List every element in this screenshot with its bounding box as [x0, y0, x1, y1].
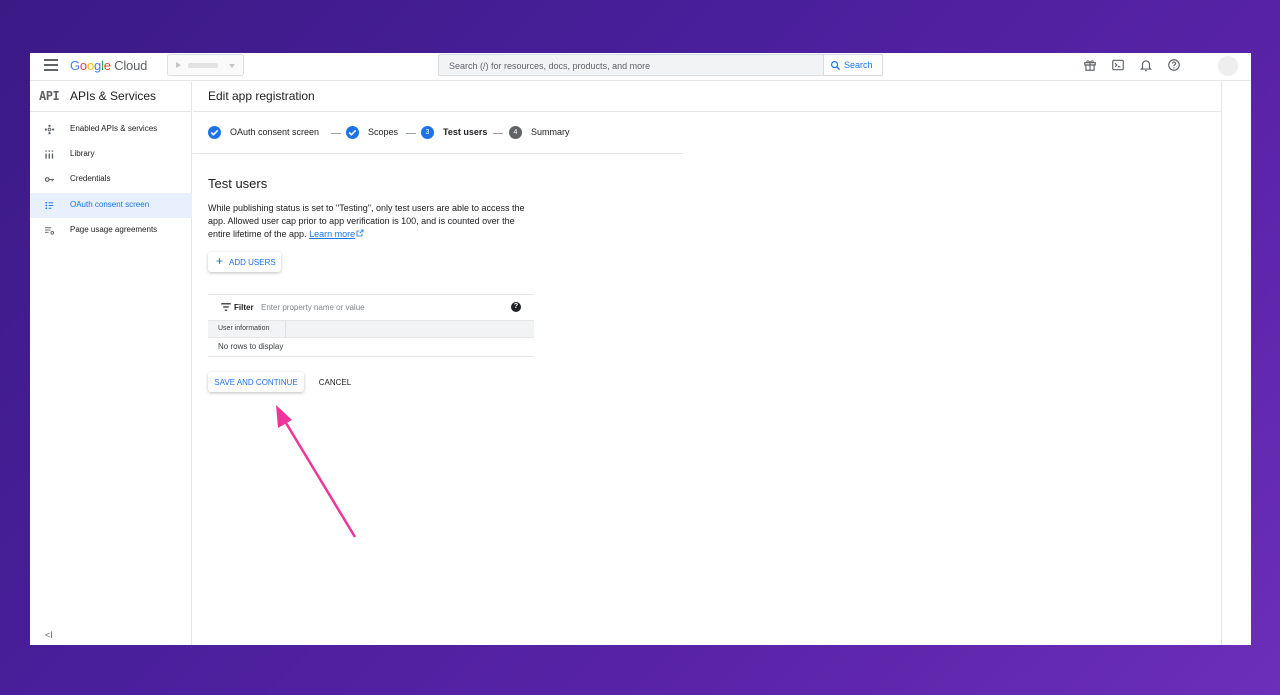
sidebar-item-label: Library	[70, 149, 95, 158]
sidebar-title[interactable]: APIs & Services	[70, 89, 156, 103]
search-input[interactable]: Search (/) for resources, docs, products…	[438, 54, 824, 76]
check-circle-icon	[346, 126, 359, 139]
sidebar-item-label: Page usage agreements	[70, 225, 158, 234]
settings-list-icon	[44, 227, 55, 235]
empty-table-message: No rows to display	[218, 342, 284, 351]
cloud-shell-icon[interactable]	[1111, 58, 1125, 72]
main-content: Edit app registration OAuth consent scre…	[193, 82, 1221, 645]
save-and-continue-button[interactable]: SAVE AND CONTINUE	[208, 372, 304, 392]
consent-dots-icon	[45, 201, 54, 210]
help-circle-icon[interactable]	[1167, 58, 1181, 72]
help-icon[interactable]: ?	[511, 302, 521, 312]
learn-more-label: Learn more	[309, 229, 356, 239]
gift-icon[interactable]	[1083, 58, 1097, 72]
step-number-badge: 3	[421, 126, 434, 139]
collapse-sidebar-icon[interactable]: <I	[45, 630, 53, 640]
account-avatar[interactable]	[1218, 56, 1238, 76]
filter-input[interactable]: Enter property name or value	[261, 303, 365, 312]
section-title: Test users	[208, 176, 268, 191]
right-rail	[1221, 82, 1251, 645]
step-label: OAuth consent screen	[230, 127, 320, 137]
learn-more-link[interactable]: Learn more	[309, 229, 355, 239]
add-users-label: ADD USERS	[229, 258, 276, 267]
column-header-user-information[interactable]: User information	[208, 321, 286, 338]
table-header: User information	[208, 320, 534, 338]
plus-icon: +	[216, 254, 224, 268]
external-link-icon	[356, 229, 364, 237]
divider	[208, 356, 534, 357]
sidebar-item-oauth-consent-screen[interactable]: OAuth consent screen	[30, 193, 192, 218]
library-grid-icon	[45, 150, 54, 159]
step-label: Summary	[531, 127, 570, 137]
filter-bar: Filter Enter property name or value ?	[208, 294, 534, 320]
search-icon	[831, 61, 841, 71]
sidebar-item-label: Enabled APIs & services	[70, 124, 158, 133]
api-badge-icon: API	[39, 89, 60, 103]
sidebar-item-page-usage-agreements[interactable]: Page usage agreements	[30, 218, 192, 243]
description-text: While publishing status is set to "Testi…	[208, 202, 538, 241]
sidebar-item-enabled-apis[interactable]: Enabled APIs & services	[30, 117, 192, 142]
filter-label: Filter	[234, 303, 254, 312]
sidebar-item-library[interactable]: Library	[30, 142, 192, 167]
diamond-dots-icon	[44, 124, 55, 135]
sidebar: API APIs & Services Enabled APIs & servi…	[30, 82, 192, 645]
page-title: Edit app registration	[208, 89, 315, 103]
browser-window: Google Cloud Search (/) for resources, d…	[30, 53, 1251, 645]
key-icon	[44, 177, 55, 182]
bell-icon[interactable]	[1139, 58, 1153, 72]
search-button-label: Search	[844, 60, 873, 70]
step-connector	[493, 133, 503, 134]
stepper: OAuth consent screen Scopes 3 Test users…	[208, 125, 683, 141]
sidebar-item-label: Credentials	[70, 174, 111, 183]
main-header: Edit app registration	[193, 82, 1221, 112]
chevron-down-icon	[229, 64, 235, 68]
project-picker[interactable]	[167, 54, 244, 76]
project-play-icon	[176, 62, 182, 68]
step-number-badge: 4	[509, 126, 522, 139]
description-body: While publishing status is set to "Testi…	[208, 203, 525, 239]
top-bar: Google Cloud Search (/) for resources, d…	[30, 53, 1251, 81]
check-circle-icon	[208, 126, 221, 139]
menu-icon[interactable]	[44, 59, 58, 71]
sidebar-item-credentials[interactable]: Credentials	[30, 167, 192, 192]
step-connector	[406, 133, 416, 134]
project-name-redacted	[188, 63, 218, 68]
google-cloud-logo[interactable]: Google Cloud	[70, 58, 147, 73]
step-label: Test users	[443, 127, 488, 137]
filter-icon	[221, 303, 231, 311]
cancel-button[interactable]: CANCEL	[315, 372, 355, 392]
step-label: Scopes	[368, 127, 399, 137]
sidebar-header: API APIs & Services	[30, 82, 192, 112]
step-connector	[331, 133, 341, 134]
search-button[interactable]: Search	[823, 54, 883, 76]
divider	[193, 153, 683, 154]
sidebar-item-label: OAuth consent screen	[70, 200, 150, 209]
add-users-button[interactable]: + ADD USERS	[208, 252, 281, 272]
